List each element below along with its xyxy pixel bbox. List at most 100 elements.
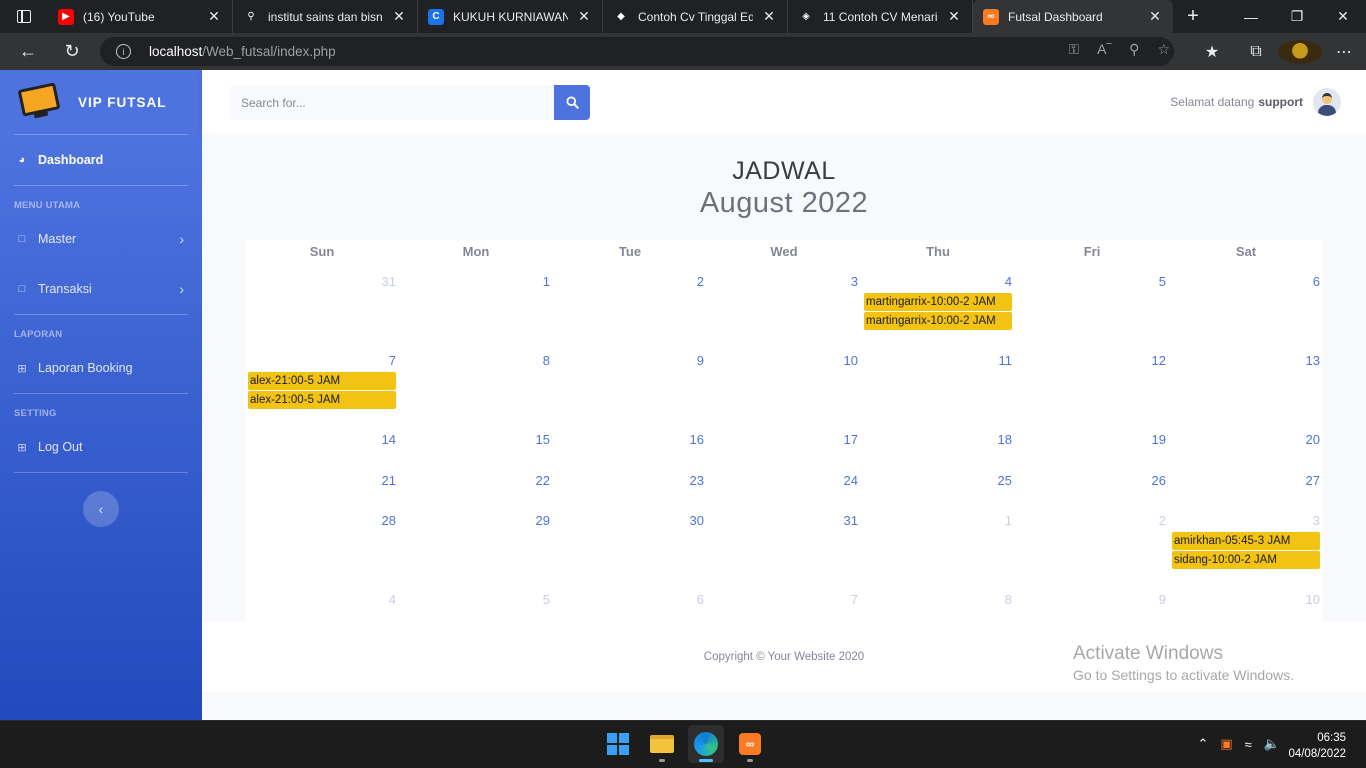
day-number[interactable]: 25 <box>998 473 1012 488</box>
day-number[interactable]: 12 <box>1152 353 1166 368</box>
xampp-tray-icon[interactable]: ▣ <box>1220 736 1232 752</box>
calendar-day[interactable]: 24 <box>707 469 861 509</box>
day-number[interactable]: 8 <box>1005 592 1012 607</box>
day-number[interactable]: 7 <box>851 592 858 607</box>
browser-tab[interactable]: ◆ Contoh Cv Tinggal Edit ✕ <box>603 0 788 33</box>
calendar-day[interactable]: 5 <box>1015 270 1169 349</box>
browser-tab[interactable]: ⚲ institut sains dan bisnis ✕ <box>233 0 418 33</box>
minimize-icon[interactable]: — <box>1228 0 1274 33</box>
calendar-day[interactable]: 7 alex-21:00-5 JAM alex-21:00-5 JAM <box>245 349 399 428</box>
calendar-day[interactable]: 10 <box>1169 588 1323 622</box>
calendar-day[interactable]: 31 <box>707 509 861 588</box>
wifi-icon[interactable]: ≈ <box>1245 737 1252 752</box>
back-icon[interactable]: ← <box>6 33 50 70</box>
calendar-day[interactable]: 8 <box>399 349 553 428</box>
calendar-day[interactable]: 2 <box>553 270 707 349</box>
calendar-day[interactable]: 2 <box>1015 509 1169 588</box>
day-number[interactable]: 1 <box>1005 513 1012 528</box>
day-number[interactable]: 3 <box>851 274 858 289</box>
calendar-day[interactable]: 31 <box>245 270 399 349</box>
key-icon[interactable]: ⚿ <box>1069 41 1080 58</box>
sidebar-item-dashboard[interactable]: ◕ Dashboard <box>0 135 202 185</box>
calendar-day[interactable]: 10 <box>707 349 861 428</box>
calendar-event[interactable]: alex-21:00-5 JAM <box>248 372 396 390</box>
calendar-day[interactable]: 15 <box>399 428 553 469</box>
calendar-day[interactable]: 22 <box>399 469 553 509</box>
calendar-day[interactable]: 21 <box>245 469 399 509</box>
calendar-day[interactable]: 23 <box>553 469 707 509</box>
day-number[interactable]: 26 <box>1152 473 1166 488</box>
day-number[interactable]: 17 <box>844 432 858 447</box>
day-number[interactable]: 27 <box>1306 473 1320 488</box>
day-number[interactable]: 23 <box>690 473 704 488</box>
day-number[interactable]: 6 <box>1313 274 1320 289</box>
calendar-day[interactable]: 9 <box>553 349 707 428</box>
collections-icon[interactable]: ⧉ <box>1234 43 1278 61</box>
favorites-icon[interactable]: ★ <box>1190 42 1234 62</box>
calendar-day[interactable]: 12 <box>1015 349 1169 428</box>
calendar-event[interactable]: amirkhan-05:45-3 JAM <box>1172 532 1320 550</box>
day-number[interactable]: 2 <box>697 274 704 289</box>
sidebar-item-laporan-booking[interactable]: ⊞ Laporan Booking <box>0 343 202 393</box>
read-aloud-icon[interactable]: A‾ <box>1097 41 1111 58</box>
browser-tab[interactable]: C KUKUH KURNIAWAN - ✕ <box>418 0 603 33</box>
day-number[interactable]: 28 <box>382 513 396 528</box>
day-number[interactable]: 20 <box>1306 432 1320 447</box>
day-number[interactable]: 4 <box>389 592 396 607</box>
close-tab-icon[interactable]: ✕ <box>1147 8 1163 25</box>
browser-tab[interactable]: ◈ 11 Contoh CV Menarik ✕ <box>788 0 973 33</box>
calendar-day[interactable]: 30 <box>553 509 707 588</box>
add-favorite-icon[interactable]: ☆ <box>1157 41 1170 58</box>
sidebar-item-transaksi[interactable]: □ Transaksi › <box>0 264 202 314</box>
calendar-day[interactable]: 4 <box>245 588 399 622</box>
edge-button[interactable] <box>688 725 724 763</box>
search-input[interactable] <box>230 85 554 120</box>
day-number[interactable]: 11 <box>999 353 1013 368</box>
new-tab-button[interactable]: + <box>1173 5 1213 28</box>
calendar-day[interactable]: 3 <box>707 270 861 349</box>
day-number[interactable]: 15 <box>536 432 550 447</box>
restore-icon[interactable]: ❐ <box>1274 0 1320 33</box>
calendar-day[interactable]: 11 <box>861 349 1015 428</box>
calendar-day[interactable]: 18 <box>861 428 1015 469</box>
day-number[interactable]: 24 <box>844 473 858 488</box>
calendar-day[interactable]: 3 amirkhan-05:45-3 JAM sidang-10:00-2 JAM <box>1169 509 1323 588</box>
day-number[interactable]: 9 <box>697 353 704 368</box>
close-tab-icon[interactable]: ✕ <box>576 8 592 25</box>
calendar-day[interactable]: 1 <box>861 509 1015 588</box>
calendar-day[interactable]: 16 <box>553 428 707 469</box>
day-number[interactable]: 7 <box>389 353 396 368</box>
calendar-day[interactable]: 26 <box>1015 469 1169 509</box>
day-number[interactable]: 30 <box>690 513 704 528</box>
calendar-day[interactable]: 6 <box>1169 270 1323 349</box>
day-number[interactable]: 5 <box>543 592 550 607</box>
calendar-day[interactable]: 9 <box>1015 588 1169 622</box>
day-number[interactable]: 2 <box>1159 513 1166 528</box>
day-number[interactable]: 13 <box>1306 353 1320 368</box>
browser-tab[interactable]: ∞ Futsal Dashboard ✕ <box>973 0 1173 33</box>
close-tab-icon[interactable]: ✕ <box>946 8 962 25</box>
day-number[interactable]: 10 <box>844 353 858 368</box>
day-number[interactable]: 3 <box>1313 513 1320 528</box>
calendar-day[interactable]: 6 <box>553 588 707 622</box>
calendar-day[interactable]: 13 <box>1169 349 1323 428</box>
close-tab-icon[interactable]: ✕ <box>761 8 777 25</box>
day-number[interactable]: 6 <box>697 592 704 607</box>
calendar-event[interactable]: alex-21:00-5 JAM <box>248 391 396 409</box>
calendar-day[interactable]: 8 <box>861 588 1015 622</box>
profile-avatar[interactable] <box>1278 39 1322 64</box>
day-number[interactable]: 1 <box>543 274 550 289</box>
day-number[interactable]: 21 <box>382 473 396 488</box>
calendar-day[interactable]: 17 <box>707 428 861 469</box>
calendar-day[interactable]: 4 martingarrix-10:00-2 JAM martingarrix-10… <box>861 270 1015 349</box>
day-number[interactable]: 29 <box>536 513 550 528</box>
calendar-event[interactable]: martingarrix-10:00-2 JAM <box>864 293 1012 311</box>
calendar-day[interactable]: 29 <box>399 509 553 588</box>
day-number[interactable]: 10 <box>1306 592 1320 607</box>
clock[interactable]: 06:35 04/08/2022 <box>1288 730 1346 762</box>
calendar-day[interactable]: 7 <box>707 588 861 622</box>
close-tab-icon[interactable]: ✕ <box>391 8 407 25</box>
more-menu-icon[interactable]: ⋯ <box>1322 42 1366 62</box>
day-number[interactable]: 4 <box>1005 274 1012 289</box>
day-number[interactable]: 9 <box>1159 592 1166 607</box>
